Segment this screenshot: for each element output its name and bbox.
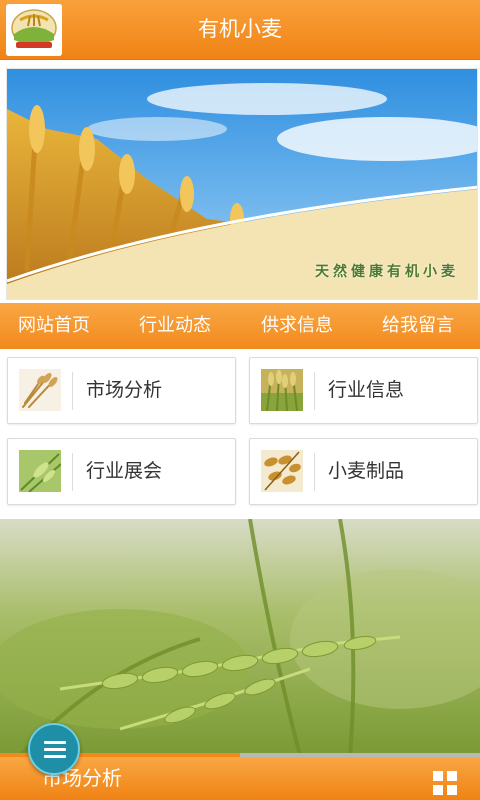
banner-caption: 天然健康有机小麦 [315, 264, 459, 280]
wheat-grain-icon [261, 450, 303, 492]
category-label: 市场分析 [86, 379, 163, 401]
grid-view-icon[interactable] [432, 770, 458, 796]
menu-line [44, 741, 66, 744]
wheat-photo [0, 519, 480, 756]
category-card-market-analysis[interactable]: 市场分析 [7, 357, 236, 424]
category-card-industry-info[interactable]: 行业信息 [249, 357, 478, 424]
dry-wheat-icon [19, 369, 61, 411]
category-card-industry-expo[interactable]: 行业展会 [7, 438, 236, 505]
card-divider [72, 372, 73, 410]
hero-banner[interactable]: 天然健康有机小麦 [6, 68, 478, 300]
menu-line [44, 755, 66, 758]
nav-item-home[interactable]: 网站首页 [18, 303, 90, 349]
menu-line [44, 748, 66, 751]
card-divider [72, 453, 73, 491]
nav-item-industry-news[interactable]: 行业动态 [139, 303, 211, 349]
app-header: 有机小麦 [0, 0, 480, 60]
card-divider [314, 453, 315, 491]
category-label: 小麦制品 [328, 460, 405, 482]
green-wheat-closeup-icon [19, 450, 61, 492]
category-label: 行业展会 [86, 460, 163, 482]
main-nav: 网站首页 行业动态 供求信息 给我留言 [0, 303, 480, 349]
green-wheat-field-icon [261, 369, 303, 411]
hamburger-menu-icon[interactable] [28, 723, 80, 775]
nav-item-leave-message[interactable]: 给我留言 [382, 303, 454, 349]
nav-item-supply-demand[interactable]: 供求信息 [261, 303, 333, 349]
page-title: 有机小麦 [198, 17, 282, 41]
card-divider [314, 372, 315, 410]
category-label: 行业信息 [328, 379, 405, 401]
category-card-wheat-products[interactable]: 小麦制品 [249, 438, 478, 505]
